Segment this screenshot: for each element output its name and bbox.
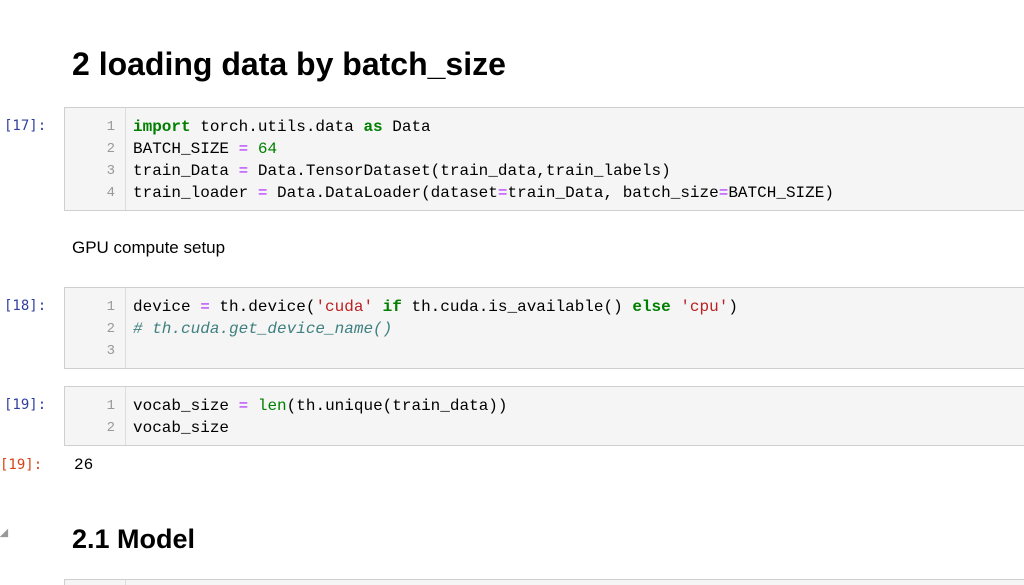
line-number-gutter xyxy=(65,580,126,585)
cell-18-prompt: [18]: xyxy=(4,298,47,314)
code-editor[interactable]: 1 vocab_size = len(th.unique(train_data))… xyxy=(65,395,1024,439)
code-editor[interactable]: 1 import torch.utils.data as Data 2 BATCH_S… xyxy=(65,116,1024,204)
line-number: 1 xyxy=(106,119,115,135)
code-line[interactable]: 4 train_loader = Data.DataLoader(dataset=… xyxy=(65,182,1024,204)
code-editor[interactable]: 1 device = th.device('cuda' if th.cuda.is… xyxy=(65,296,1024,362)
cell-19-prompt: [19]: xyxy=(4,397,47,413)
line-number: 2 xyxy=(106,321,115,337)
notebook-page: 2 loading data by batch_size [17]: 1 impo… xyxy=(0,0,1024,585)
code-cell-19[interactable]: 1 vocab_size = len(th.unique(train_data))… xyxy=(64,386,1024,446)
line-number: 3 xyxy=(106,343,115,359)
code-line[interactable]: 1 vocab_size = len(th.unique(train_data)) xyxy=(65,395,1024,417)
line-number: 2 xyxy=(106,141,115,157)
code-cell-next[interactable] xyxy=(64,579,1024,585)
code-text: train_loader = Data.DataLoader(dataset=t… xyxy=(133,184,834,202)
line-number: 3 xyxy=(106,163,115,179)
code-line[interactable]: 3 train_Data = Data.TensorDataset(train_d… xyxy=(65,160,1024,182)
line-number: 2 xyxy=(106,420,115,436)
code-text: train_Data = Data.TensorDataset(train_da… xyxy=(133,162,671,180)
code-line[interactable]: 1 import torch.utils.data as Data xyxy=(65,116,1024,138)
markdown-text: GPU compute setup xyxy=(72,238,226,257)
code-line[interactable]: 1 device = th.device('cuda' if th.cuda.is… xyxy=(65,296,1024,318)
code-text: BATCH_SIZE = 64 xyxy=(133,140,278,158)
code-line[interactable]: 2 vocab_size xyxy=(65,417,1024,439)
subsection-heading: 2.1 Model xyxy=(72,524,196,554)
code-cell-18[interactable]: 1 device = th.device('cuda' if th.cuda.is… xyxy=(64,287,1024,369)
code-text: vocab_size = len(th.unique(train_data)) xyxy=(133,397,508,415)
code-text: device = th.device('cuda' if th.cuda.is_… xyxy=(133,298,738,316)
line-number: 1 xyxy=(106,299,115,315)
line-number: 4 xyxy=(106,185,115,201)
cell-17-prompt: [17]: xyxy=(4,118,47,134)
code-text: # th.cuda.get_device_name() xyxy=(133,320,393,338)
section-heading: 2 loading data by batch_size xyxy=(72,46,506,82)
code-text: import torch.utils.data as Data xyxy=(133,118,431,136)
code-line[interactable]: 3 xyxy=(65,340,1024,362)
line-number: 1 xyxy=(106,398,115,414)
code-line[interactable]: 2 # th.cuda.get_device_name() xyxy=(65,318,1024,340)
output-19-prompt: [19]: xyxy=(0,457,43,473)
collapse-arrow-icon[interactable] xyxy=(0,528,13,542)
cell-output: 26 xyxy=(74,456,94,474)
code-line[interactable]: 2 BATCH_SIZE = 64 xyxy=(65,138,1024,160)
code-cell-17[interactable]: 1 import torch.utils.data as Data 2 BATCH_S… xyxy=(64,107,1024,211)
code-text: vocab_size xyxy=(133,419,230,437)
